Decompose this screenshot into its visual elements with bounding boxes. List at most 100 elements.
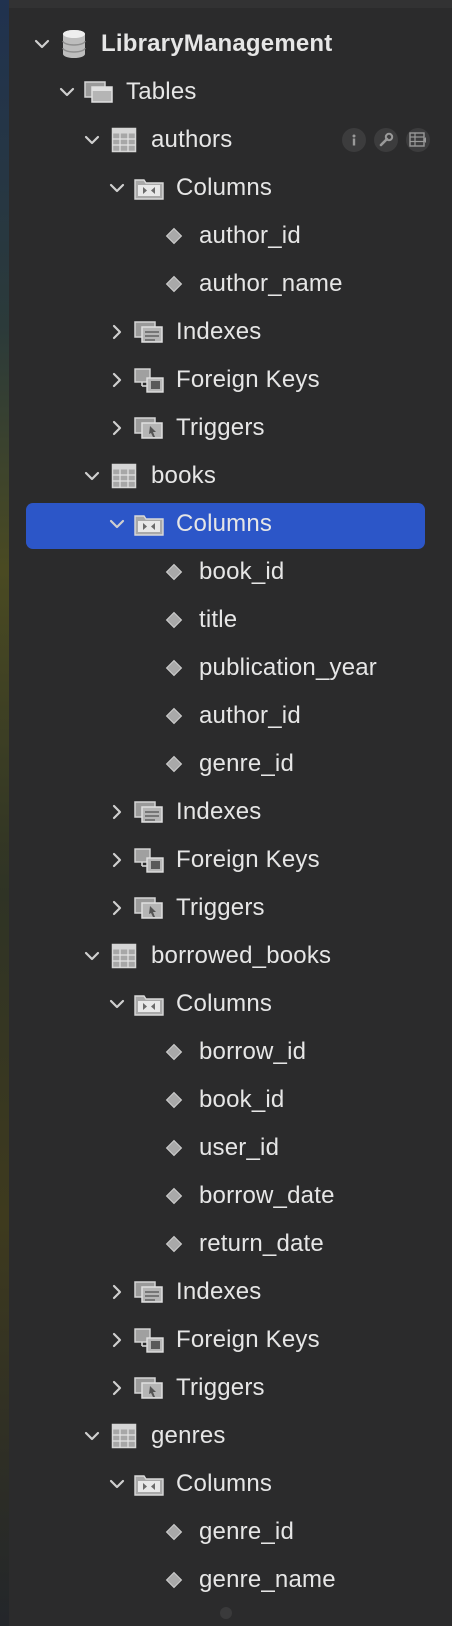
column-name: book_id	[199, 558, 285, 585]
scroll-indicator[interactable]	[220, 1607, 232, 1619]
column-name: borrow_id	[199, 1038, 307, 1065]
chevron-down-icon[interactable]	[106, 1473, 128, 1495]
tree-item-table-borrowed_books[interactable]: borrowed_books	[9, 932, 452, 980]
tree-item-indexes-folder[interactable]: Indexes	[9, 1268, 452, 1316]
tree-item-tables-folder[interactable]: Tables	[9, 68, 452, 116]
tree-item-foreign-keys-folder[interactable]: Foreign Keys	[9, 836, 452, 884]
wrench-icon[interactable]	[374, 128, 398, 152]
tree-item-table-books[interactable]: books	[9, 452, 452, 500]
chevron-down-icon[interactable]	[106, 993, 128, 1015]
chevron-down-icon[interactable]	[56, 81, 78, 103]
chevron-down-icon[interactable]	[81, 465, 103, 487]
chevron-down-icon[interactable]	[106, 513, 128, 535]
column-name: author_name	[199, 270, 343, 297]
column-name: return_date	[199, 1230, 324, 1257]
tree-item-columns-folder[interactable]: Columns	[9, 164, 452, 212]
column-diamond-icon	[163, 1133, 185, 1163]
database-name: LibraryManagement	[101, 30, 333, 57]
panel-top-edge	[9, 0, 452, 8]
foreign-keys-icon	[134, 1325, 164, 1355]
table-data-icon[interactable]	[406, 128, 430, 152]
columns-folder-icon	[134, 173, 164, 203]
table-name: genres	[151, 1422, 226, 1449]
table-name: books	[151, 462, 217, 489]
tree-item-column[interactable]: borrow_id	[9, 1028, 452, 1076]
desktop-background-strip	[0, 0, 9, 1626]
column-diamond-icon	[163, 1517, 185, 1547]
column-diamond-icon	[163, 1085, 185, 1115]
tree-item-column[interactable]: return_date	[9, 1220, 452, 1268]
tree-item-column[interactable]: author_id	[9, 692, 452, 740]
column-diamond-icon	[163, 605, 185, 635]
tree-item-columns-folder[interactable]: Columns	[9, 980, 452, 1028]
tree-item-label: Triggers	[176, 414, 265, 441]
chevron-down-icon[interactable]	[81, 945, 103, 967]
chevron-right-icon[interactable]	[106, 801, 128, 823]
tree-item-database[interactable]: LibraryManagement	[9, 20, 452, 68]
tree-item-column[interactable]: publication_year	[9, 644, 452, 692]
tree-item-label: Triggers	[176, 894, 265, 921]
indexes-icon	[134, 1277, 164, 1307]
info-icon[interactable]	[342, 128, 366, 152]
column-name: borrow_date	[199, 1182, 335, 1209]
indexes-icon	[134, 317, 164, 347]
tree-item-column[interactable]: book_id	[9, 1076, 452, 1124]
columns-folder-icon	[134, 989, 164, 1019]
chevron-right-icon[interactable]	[106, 1377, 128, 1399]
tree-item-indexes-folder[interactable]: Indexes	[9, 788, 452, 836]
column-name: author_id	[199, 702, 301, 729]
tree-item-column[interactable]: author_id	[9, 212, 452, 260]
chevron-right-icon[interactable]	[106, 369, 128, 391]
tree-item-label: Foreign Keys	[176, 846, 320, 873]
tree-item-label: Tables	[126, 78, 197, 105]
chevron-down-icon[interactable]	[106, 177, 128, 199]
column-diamond-icon	[163, 1181, 185, 1211]
tree-item-triggers-folder[interactable]: Triggers	[9, 404, 452, 452]
tree-item-table-genres[interactable]: genres	[9, 1412, 452, 1460]
column-diamond-icon	[163, 653, 185, 683]
tree-item-column[interactable]: genre_id	[9, 740, 452, 788]
column-name: publication_year	[199, 654, 377, 681]
tree-item-column[interactable]: title	[9, 596, 452, 644]
column-diamond-icon	[163, 221, 185, 251]
chevron-down-icon[interactable]	[81, 129, 103, 151]
tree-item-table-authors[interactable]: authors	[9, 116, 452, 164]
column-name: title	[199, 606, 238, 633]
tree-item-column[interactable]: book_id	[9, 548, 452, 596]
tables-folder-icon	[84, 77, 114, 107]
table-grid-icon	[109, 125, 139, 155]
chevron-down-icon[interactable]	[31, 33, 53, 55]
tree-item-indexes-folder[interactable]: Indexes	[9, 308, 452, 356]
table-name: borrowed_books	[151, 942, 332, 969]
chevron-down-icon[interactable]	[81, 1425, 103, 1447]
tree-item-triggers-folder[interactable]: Triggers	[9, 1364, 452, 1412]
chevron-right-icon[interactable]	[106, 1329, 128, 1351]
chevron-right-icon[interactable]	[106, 897, 128, 919]
database-icon	[59, 29, 89, 59]
triggers-icon	[134, 1373, 164, 1403]
tree-item-columns-folder[interactable]: Columns	[9, 1460, 452, 1508]
chevron-right-icon[interactable]	[106, 849, 128, 871]
chevron-right-icon[interactable]	[106, 1281, 128, 1303]
table-row-actions	[342, 128, 430, 152]
table-grid-icon	[109, 1421, 139, 1451]
column-name: genre_id	[199, 750, 295, 777]
column-name: book_id	[199, 1086, 285, 1113]
tree-item-column[interactable]: borrow_date	[9, 1172, 452, 1220]
column-diamond-icon	[163, 269, 185, 299]
chevron-right-icon[interactable]	[106, 417, 128, 439]
tree-item-column[interactable]: genre_id	[9, 1508, 452, 1556]
triggers-icon	[134, 893, 164, 923]
tree-item-label: Triggers	[176, 1374, 265, 1401]
tree-item-column[interactable]: genre_name	[9, 1556, 452, 1604]
tree-item-foreign-keys-folder[interactable]: Foreign Keys	[9, 356, 452, 404]
tree-item-foreign-keys-folder[interactable]: Foreign Keys	[9, 1316, 452, 1364]
chevron-right-icon[interactable]	[106, 321, 128, 343]
tree-item-column[interactable]: author_name	[9, 260, 452, 308]
foreign-keys-icon	[134, 365, 164, 395]
tree-item-triggers-folder[interactable]: Triggers	[9, 884, 452, 932]
tree-item-column[interactable]: user_id	[9, 1124, 452, 1172]
tree-item-columns-folder[interactable]: Columns	[9, 500, 452, 549]
indexes-icon	[134, 797, 164, 827]
tree-item-label: Columns	[176, 1470, 273, 1497]
